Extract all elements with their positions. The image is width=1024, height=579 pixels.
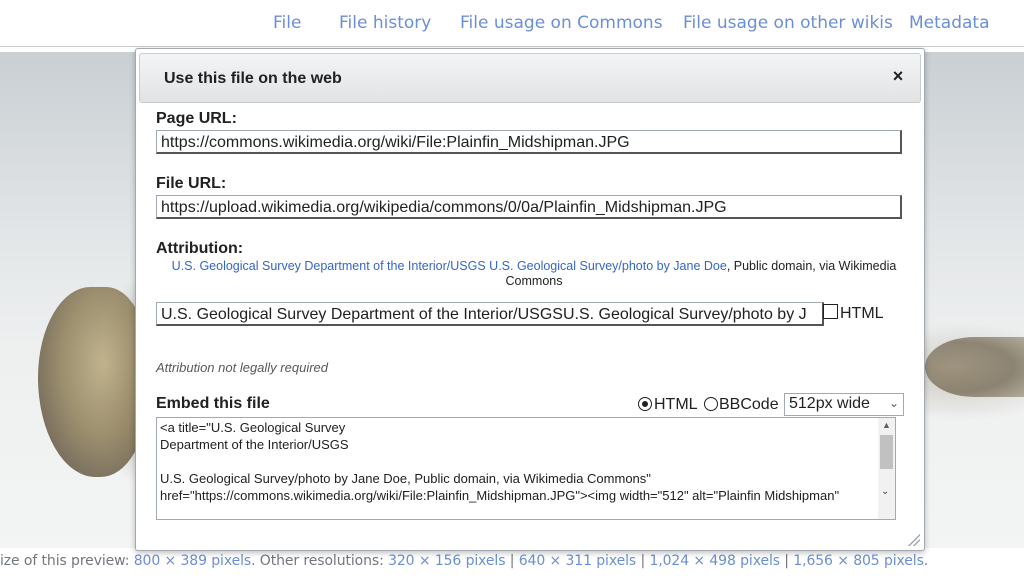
dialog-resize-icon[interactable] [908,534,920,546]
page-url-label: Page URL: [156,110,237,127]
embed-html-radio[interactable] [638,397,652,411]
footer-sep: | [636,553,650,569]
dialog-header[interactable]: Use this file on the web × [139,53,921,103]
resolution-link-640[interactable]: 640 × 311 pixels [519,553,636,569]
preview-size-link[interactable]: 800 × 389 pixels [134,553,251,569]
dialog-title: Use this file on the web [164,70,342,87]
tab-file-history[interactable]: File history [339,13,431,33]
footer-sep: | [779,553,794,569]
embed-label: Embed this file [156,395,270,412]
scroll-up-icon[interactable]: ▲ [882,420,891,430]
page-url-field[interactable]: https://commons.wikimedia.org/wiki/File:… [156,130,902,154]
tab-file[interactable]: File [273,13,301,33]
fish-shape [38,287,148,477]
footer-sep: | [505,553,519,569]
preview-resolutions: ize of this preview: 800 × 389 pixels. O… [0,553,928,569]
scroll-thumb[interactable] [880,435,893,469]
resolution-link-1024[interactable]: 1,024 × 498 pixels [649,553,780,569]
tab-metadata[interactable]: Metadata [909,13,990,33]
attribution-note: Attribution not legally required [156,360,328,375]
file-tabs-bar: File File history File usage on Commons … [0,0,1024,47]
embed-size-select[interactable]: 512px wide ⌄ [784,393,904,416]
file-url-label: File URL: [156,175,227,192]
embed-bbcode-radio[interactable] [704,397,718,411]
scroll-down-icon[interactable]: ⌄ [881,486,889,497]
close-icon[interactable]: × [888,66,908,86]
tab-file-usage-commons[interactable]: File usage on Commons [460,13,663,33]
attribution-preview: U.S. Geological Survey Department of the… [156,259,912,289]
resolution-link-320[interactable]: 320 × 156 pixels [388,553,505,569]
footer-prefix: ize of this preview: [0,553,134,569]
attribution-html-checkbox[interactable] [823,304,838,319]
chevron-down-icon: ⌄ [888,396,899,410]
embed-scrollbar[interactable]: ▲ ⌄ [878,418,895,519]
embed-code-textarea[interactable]: <a title="U.S. Geological Survey Departm… [156,417,896,520]
resolution-link-1656[interactable]: 1,656 × 805 pixels [793,553,924,569]
footer-end: . [923,553,929,569]
tab-file-usage-other-wikis[interactable]: File usage on other wikis [683,13,893,33]
embed-html-label[interactable]: HTML [654,396,698,414]
footer-other: . Other resolutions: [251,553,389,569]
attribution-field[interactable]: U.S. Geological Survey Department of the… [156,302,824,326]
attribution-html-label[interactable]: HTML [840,305,884,323]
file-url-field[interactable]: https://upload.wikimedia.org/wikipedia/c… [156,195,902,219]
embed-size-value: 512px wide [789,395,870,412]
fish-shape-right [925,337,1024,397]
attribution-label: Attribution: [156,240,244,257]
embed-bbcode-label[interactable]: BBCode [719,396,779,414]
use-file-dialog: Use this file on the web × Page URL: htt… [135,48,925,551]
attribution-author-link[interactable]: U.S. Geological Survey Department of the… [172,259,727,273]
